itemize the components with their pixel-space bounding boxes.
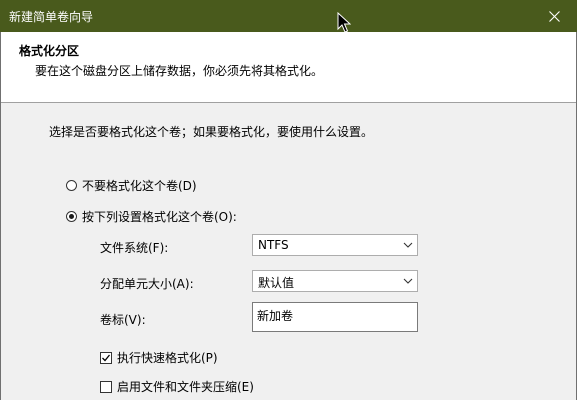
filesystem-label: 文件系统(F): xyxy=(100,241,169,255)
close-button[interactable] xyxy=(531,0,577,32)
checkmark-icon xyxy=(102,354,111,361)
close-icon xyxy=(548,10,560,22)
volume-label-input[interactable]: 新加卷 xyxy=(252,302,418,332)
compression-checkbox[interactable] xyxy=(100,380,112,393)
window-title: 新建简单卷向导 xyxy=(9,10,94,24)
mouse-cursor-icon xyxy=(337,12,351,33)
header-title: 格式化分区 xyxy=(19,44,80,58)
allocation-label: 分配单元大小(A): xyxy=(100,277,194,291)
wizard-header: 格式化分区 要在这个磁盘分区上储存数据，你必须先将其格式化。 xyxy=(1,32,576,103)
quick-format-checkbox[interactable] xyxy=(100,351,112,364)
allocation-select[interactable]: 默认值 xyxy=(252,270,418,292)
chevron-down-icon xyxy=(403,278,413,284)
allocation-value: 默认值 xyxy=(258,276,295,290)
filesystem-value: NTFS xyxy=(258,238,289,252)
quick-format-label: 执行快速格式化(P) xyxy=(117,351,218,365)
volume-label-label: 卷标(V): xyxy=(100,313,146,327)
radio-format[interactable]: 按下列设置格式化这个卷(O): xyxy=(66,208,237,225)
filesystem-select[interactable]: NTFS xyxy=(252,234,418,256)
volume-label-value: 新加卷 xyxy=(257,309,294,323)
radio-no-format-label: 不要格式化这个卷(D) xyxy=(82,179,197,193)
compression-label: 启用文件和文件夹压缩(E) xyxy=(117,380,254,394)
radio-format-label: 按下列设置格式化这个卷(O): xyxy=(82,210,237,224)
radio-button-checked[interactable] xyxy=(66,211,77,222)
title-bar[interactable]: 新建简单卷向导 xyxy=(0,0,577,32)
header-description: 要在这个磁盘分区上储存数据，你必须先将其格式化。 xyxy=(35,64,324,78)
quick-format-option[interactable]: 执行快速格式化(P) xyxy=(100,349,218,366)
compression-option[interactable]: 启用文件和文件夹压缩(E) xyxy=(100,378,254,395)
instruction-text: 选择是否要格式化这个卷；如果要格式化，要使用什么设置。 xyxy=(49,125,374,139)
radio-button-unchecked[interactable] xyxy=(66,180,77,191)
radio-no-format[interactable]: 不要格式化这个卷(D) xyxy=(66,177,197,194)
chevron-down-icon xyxy=(403,242,413,248)
